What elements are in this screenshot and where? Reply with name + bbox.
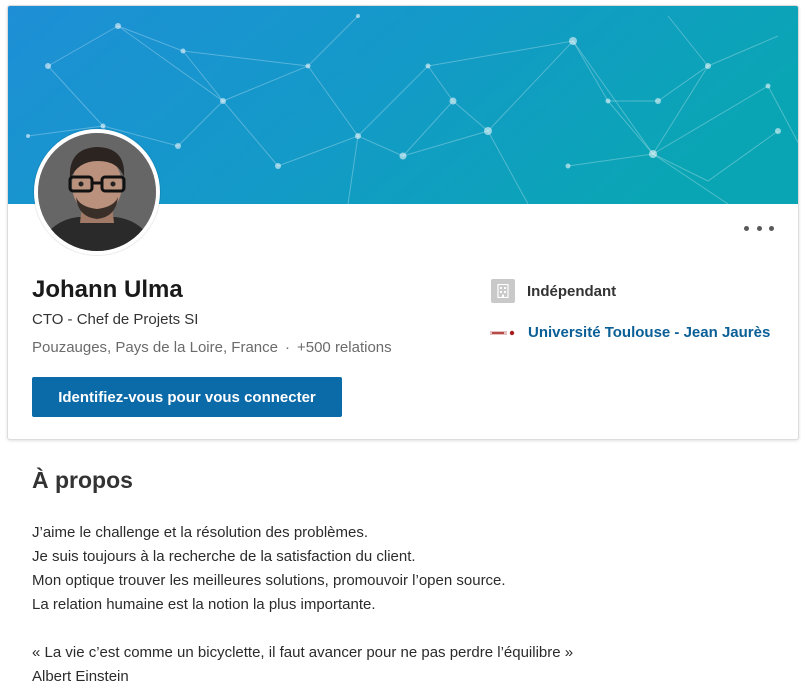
more-horizontal-icon — [744, 225, 749, 231]
profile-location: Pouzauges, Pays de la Loire, France — [32, 339, 278, 356]
profile-avatar — [34, 129, 160, 255]
university-logo — [490, 327, 516, 339]
current-company[interactable]: Indépendant — [491, 279, 616, 303]
school-name: Université Toulouse - Jean Jaurès — [528, 324, 771, 341]
about-line: Je suis toujours à la recherche de la sa… — [32, 548, 416, 565]
more-options-button[interactable] — [744, 220, 774, 236]
about-quote-author: Albert Einstein — [32, 668, 129, 685]
meta-separator: · — [284, 339, 290, 356]
profile-connections: +500 relations — [296, 339, 392, 356]
about-heading: À propos — [32, 467, 133, 493]
about-line: J’aime le challenge et la résolution des… — [32, 524, 369, 541]
profile-headline: CTO - Chef de Projets SI — [32, 311, 199, 328]
education-school[interactable]: Université Toulouse - Jean Jaurès — [490, 324, 770, 341]
profile-name: Johann Ulma — [32, 276, 183, 303]
profile-meta: Pouzauges, Pays de la Loire, France · +500… — [32, 339, 392, 356]
profile-card: Johann Ulma CTO - Chef de Projets SI Pou… — [7, 5, 799, 440]
about-line: Mon optique trouver les meilleures solut… — [32, 572, 506, 589]
company-name: Indépendant — [527, 282, 617, 300]
about-line: La relation humaine est la notion la plu… — [32, 596, 376, 613]
about-section-text: J’aime le challenge et la résolution des… — [32, 521, 573, 689]
connect-button[interactable]: Identifiez-vous pour vous connecter — [32, 377, 342, 417]
building-icon — [491, 279, 515, 303]
about-quote: « La vie c’est comme un bicyclette, il f… — [32, 644, 574, 661]
